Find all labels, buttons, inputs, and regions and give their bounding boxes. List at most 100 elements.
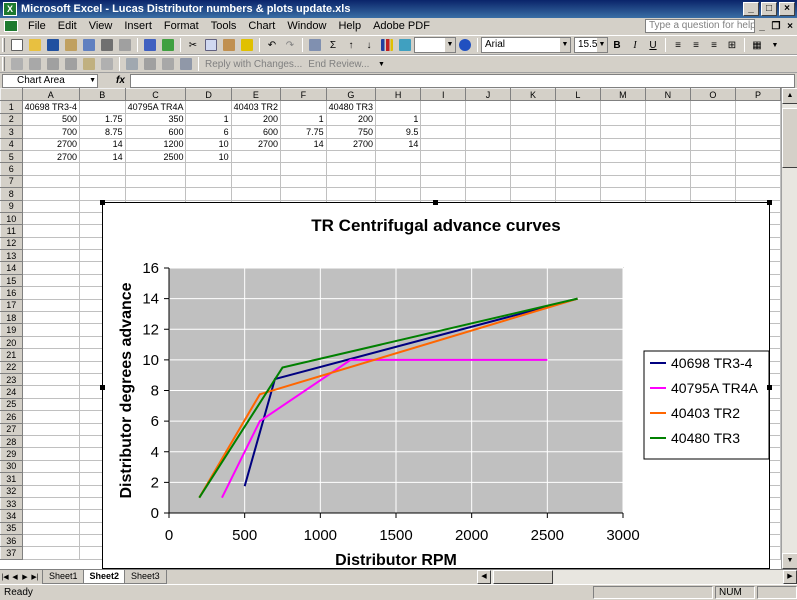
cell[interactable] (509, 187, 556, 201)
autosum-icon[interactable]: Σ (325, 37, 341, 53)
help-search-input[interactable]: Type a question for help (645, 19, 755, 33)
cell[interactable] (734, 174, 781, 189)
doc-close-button[interactable]: × (783, 21, 797, 32)
cell[interactable] (124, 174, 187, 189)
row-header[interactable]: 30 (0, 459, 23, 474)
cell[interactable] (375, 162, 422, 176)
cell[interactable] (78, 100, 126, 114)
cut-icon[interactable]: ✂ (185, 37, 201, 53)
chart-wizard-icon[interactable] (379, 37, 395, 53)
cell[interactable] (599, 162, 646, 176)
cell[interactable] (599, 149, 646, 164)
row-header[interactable]: 4 (0, 137, 23, 151)
cell[interactable] (280, 187, 327, 201)
email-icon[interactable] (81, 37, 97, 53)
help-icon[interactable] (457, 37, 473, 53)
cell[interactable] (21, 273, 80, 288)
x-axis-title[interactable]: Distributor RPM (335, 552, 457, 569)
column-header[interactable]: K (509, 88, 556, 102)
menu-tools[interactable]: Tools (205, 20, 243, 32)
cell[interactable] (465, 187, 511, 201)
row-header[interactable]: 15 (0, 273, 23, 288)
menu-insert[interactable]: Insert (118, 20, 158, 32)
cell[interactable] (689, 174, 736, 189)
name-box[interactable]: Chart Area ▼ (2, 73, 98, 88)
prev-sheet-icon[interactable]: ◀ (10, 573, 20, 581)
cell[interactable] (185, 187, 232, 201)
excel-icon[interactable]: X (3, 2, 17, 16)
cell[interactable] (734, 100, 781, 114)
column-header[interactable]: N (644, 88, 691, 102)
redo-icon[interactable]: ↷ (282, 37, 298, 53)
cell[interactable] (734, 137, 781, 151)
menu-window[interactable]: Window (281, 20, 332, 32)
cell[interactable] (21, 286, 80, 300)
drawing-icon[interactable] (397, 37, 413, 53)
cell[interactable] (185, 100, 232, 114)
column-header[interactable]: G (325, 88, 377, 102)
cell[interactable] (420, 100, 467, 114)
cell[interactable] (21, 484, 80, 498)
first-sheet-icon[interactable]: |◀ (0, 573, 10, 581)
chart-area[interactable]: 0 500 1000 1500 2000 2500 3000 0 2 4 6 8 10 12 14 16 TR … (102, 202, 770, 569)
cell[interactable] (21, 422, 80, 436)
row-header[interactable]: 13 (0, 249, 23, 263)
column-header[interactable]: L (554, 88, 601, 102)
cell[interactable] (599, 187, 646, 201)
cell[interactable] (21, 323, 80, 337)
row-header[interactable]: 1 (0, 100, 23, 114)
zoom-select[interactable]: ▼ (414, 37, 456, 53)
scroll-thumb[interactable] (493, 570, 553, 584)
cell[interactable] (689, 137, 736, 151)
doc-minimize-button[interactable]: _ (755, 21, 769, 32)
cell[interactable] (554, 149, 601, 164)
cell[interactable] (420, 174, 467, 189)
borders-icon[interactable]: ▦ (749, 37, 765, 53)
y-axis-title[interactable]: Distributor degrees advance (118, 282, 135, 498)
print-icon[interactable] (99, 37, 115, 53)
cell[interactable] (21, 211, 80, 226)
cell[interactable] (509, 125, 556, 139)
column-header[interactable]: D (185, 88, 232, 102)
cell[interactable] (325, 149, 377, 164)
cell[interactable] (734, 125, 781, 139)
scroll-up-icon[interactable]: ▲ (782, 88, 797, 104)
cell[interactable]: 200 (230, 112, 282, 127)
italic-button[interactable]: I (627, 37, 643, 53)
column-header[interactable]: J (465, 88, 511, 102)
cell[interactable]: 10 (185, 149, 232, 164)
cell[interactable] (599, 137, 646, 151)
doc-restore-button[interactable]: ❐ (769, 21, 783, 32)
cell[interactable] (185, 174, 232, 189)
cell[interactable]: 40403 TR2 (230, 100, 282, 114)
row-header[interactable]: 8 (0, 187, 23, 201)
cell[interactable] (21, 496, 80, 511)
cell[interactable] (21, 162, 80, 176)
cell[interactable]: 350 (124, 112, 187, 127)
cell[interactable] (644, 112, 691, 127)
save-icon[interactable] (45, 37, 61, 53)
cell[interactable] (734, 112, 781, 127)
sort-descending-icon[interactable]: ↓ (361, 37, 377, 53)
cell[interactable]: 14 (78, 149, 126, 164)
row-header[interactable]: 32 (0, 484, 23, 498)
cell[interactable]: 1.75 (78, 112, 126, 127)
row-header[interactable]: 20 (0, 335, 23, 350)
cell[interactable] (21, 224, 80, 238)
reply-with-changes-button[interactable]: Reply with Changes... (202, 59, 305, 70)
cell[interactable] (420, 149, 467, 164)
spelling-icon[interactable] (142, 37, 158, 53)
column-header[interactable]: B (78, 88, 126, 102)
menu-file[interactable]: File (22, 20, 52, 32)
row-header[interactable]: 2 (0, 112, 23, 127)
cell[interactable]: 6 (185, 125, 232, 139)
resize-handle[interactable] (100, 385, 105, 390)
cell[interactable] (21, 348, 80, 362)
row-header[interactable]: 22 (0, 360, 23, 375)
legend-entry[interactable]: 40698 TR3-4 (671, 355, 753, 371)
cell[interactable]: 2700 (325, 137, 377, 151)
menu-edit[interactable]: Edit (52, 20, 83, 32)
row-header[interactable]: 28 (0, 434, 23, 449)
cell[interactable] (21, 410, 80, 424)
format-painter-icon[interactable] (239, 37, 255, 53)
